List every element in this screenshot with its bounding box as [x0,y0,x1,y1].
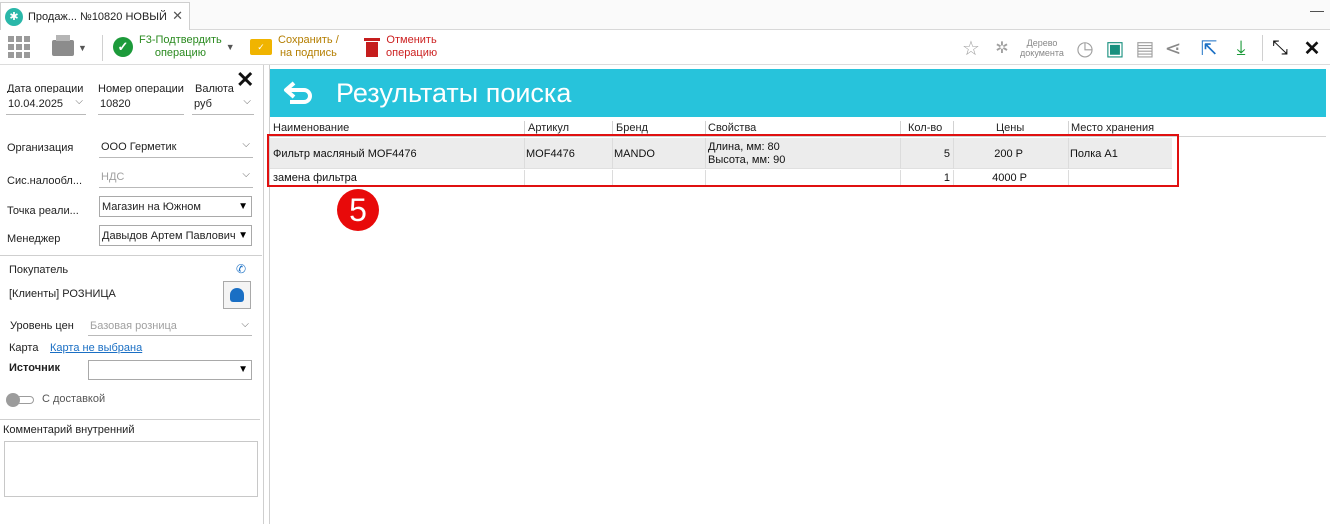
user-icon [230,288,244,302]
source-label-text: Источник [9,362,61,374]
chevron-down-icon: ⌵ [243,96,251,107]
number-value: 10820 [100,97,131,110]
gear-icon: ✱ [5,7,23,26]
select-buyer-button[interactable] [223,281,251,309]
results-title: Результаты поиска [336,77,572,108]
collapse-icon[interactable]: ⤡ [1266,31,1294,65]
card-link[interactable]: Карта не выбрана [50,342,142,354]
number-field[interactable]: 10820 [98,93,184,115]
column-header[interactable]: Цены [996,122,1024,134]
price-level-select[interactable]: Базовая розница ⌵ [88,316,252,336]
tax-value: НДС [101,170,125,183]
check-icon: ✓ [113,37,133,57]
document-tree-button[interactable]: Дерево документа [1016,31,1068,65]
org-select[interactable]: ООО Герметик ⌵ [99,136,253,158]
apps-grid-icon[interactable] [8,36,30,58]
chevron-down-icon: ▼ [78,43,87,53]
org-value: ООО Герметик [101,140,177,153]
buyer-field[interactable]: [Клиенты] РОЗНИЦА [7,283,219,305]
printer-icon [52,35,74,56]
date-value: 10.04.2025 [8,97,64,110]
tax-label: Сис.налообл... [7,175,83,187]
price-level-value: Базовая розница [90,319,177,332]
highlight-box [267,134,1179,187]
step-badge: 5 [337,189,379,231]
print-button[interactable]: ▼ [52,35,87,56]
sales-point-label: Точка реали... [7,205,79,217]
export-icon[interactable]: ⇱ [1196,31,1222,65]
close-icon[interactable]: ✕ [1298,31,1326,65]
source-label: Источник [9,362,60,374]
column-header[interactable]: Наименование [273,122,349,134]
phone-icon[interactable]: ✆ [236,262,246,276]
price-level-label: Уровень цен [10,320,74,332]
confirm-label-1: F3-Подтвердить [139,34,222,46]
sales-point-select[interactable]: Магазин на Южном ▼ [99,196,252,217]
buyer-label: Покупатель [9,264,69,276]
toolbar: ▼ ✓ F3-Подтвердить операцию ▼ ✓ Сохранит… [0,31,1330,65]
column-header[interactable]: Артикул [528,122,569,134]
tab-bar: ✱ Продаж... №10820 НОВЫЙ ✕ — [0,0,1330,30]
share-icon[interactable]: ⋖ [1160,31,1186,65]
chevron-down-icon: ⌵ [242,139,250,150]
comment-label: Комментарий внутренний [3,424,135,436]
add-file-icon[interactable]: ▤ [1132,31,1158,65]
tax-select[interactable]: НДС ⌵ [99,166,253,188]
trash-icon [364,36,380,58]
manager-select[interactable]: Давыдов Артем Павлович ▼ [99,225,252,246]
confirm-operation-button[interactable]: ✓ F3-Подтвердить операцию ▼ [113,34,235,60]
chevron-down-icon[interactable]: ▼ [226,42,235,52]
source-select[interactable]: ▼ [88,360,252,380]
caret-down-icon: ▼ [238,201,248,212]
delivery-toggle[interactable] [6,393,38,407]
comment-input[interactable] [4,441,258,497]
save-label-1: Сохранить / [278,34,339,46]
column-header[interactable]: Свойства [708,122,756,134]
delivery-label: С доставкой [42,393,106,405]
save-for-signature-button[interactable]: ✓ Сохранить / на подпись [250,34,339,60]
chevron-down-icon: ⌵ [242,169,250,180]
save-label-2: на подпись [279,47,337,59]
operation-form: ✕ Дата операции 10.04.2025 ⌵ Номер опера… [0,65,264,524]
results-banner: Результаты поиска [270,69,1326,117]
manager-value: Давыдов Артем Павлович [102,229,236,242]
history-icon[interactable]: ◷ [1072,31,1098,65]
column-header[interactable]: Бренд [616,122,648,134]
date-field[interactable]: 10.04.2025 ⌵ [6,93,86,115]
tab-title: Продаж... №10820 НОВЫЙ [28,10,167,23]
network-icon[interactable]: ✲ [988,31,1016,65]
cancel-operation-button[interactable]: Отменить операцию [364,34,437,60]
caret-down-icon: ▼ [238,230,248,241]
column-header[interactable]: Место хранения [1071,122,1154,134]
currency-value: руб [194,97,212,110]
sales-point-value: Магазин на Южном [102,200,201,213]
currency-select[interactable]: руб ⌵ [192,93,254,115]
tree-label-1: Дерево [1026,38,1058,48]
org-label: Организация [7,142,74,154]
column-header[interactable]: Кол-во [908,122,942,134]
document-tab[interactable]: ✱ Продаж... №10820 НОВЫЙ ✕ [0,2,190,30]
minimize-button[interactable]: — [1310,2,1324,18]
buyer-value: [Клиенты] РОЗНИЦА [9,288,116,300]
chevron-down-icon: ⌵ [75,96,83,107]
camera-icon[interactable]: ▣ [1102,31,1128,65]
close-form-icon[interactable]: ✕ [236,67,254,93]
manager-label: Менеджер [7,233,61,245]
tree-label-2: документа [1020,48,1064,58]
signature-icon: ✓ [250,39,272,55]
cancel-label-2: операцию [386,47,438,59]
star-icon[interactable]: ☆ [958,31,984,65]
chevron-down-icon: ⌵ [241,319,249,330]
download-icon[interactable]: ⤓ [1228,31,1254,65]
card-label: Карта [9,342,39,354]
back-arrow-icon[interactable] [280,75,316,111]
confirm-label-2: операцию [154,47,206,59]
close-tab-icon[interactable]: ✕ [172,8,183,24]
cancel-label-1: Отменить [386,34,437,46]
caret-down-icon: ▼ [238,364,248,375]
